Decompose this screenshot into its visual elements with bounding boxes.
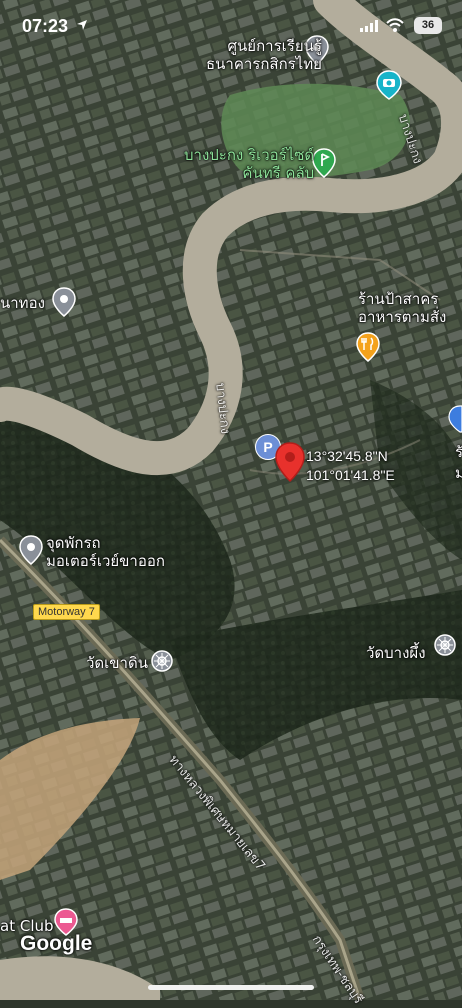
label-learning-center[interactable]: ศูนย์การเรียนรู้ ธนาคารกสิกรไทย — [206, 37, 322, 73]
label-line: บางปะกง ริเวอร์ไซด์ — [184, 146, 315, 164]
label-line: อาหารตามสั่ง — [358, 308, 447, 326]
label-line: ศูนย์การเรียนรู้ — [227, 37, 322, 55]
battery-level: 36 — [421, 19, 435, 31]
label-edge-2: ม — [455, 464, 462, 482]
google-attribution: Google — [20, 932, 93, 955]
camera-icon[interactable] — [376, 70, 402, 100]
battery-icon: 36 — [414, 17, 442, 34]
wifi-icon — [386, 18, 404, 32]
label-line: คันทรี คลับ — [242, 164, 315, 182]
temple-icon[interactable] — [151, 650, 173, 672]
motorway-shield: Motorway 7 — [33, 604, 100, 620]
label-restaurant[interactable]: ร้านป้าสาคร อาหารตามสั่ง — [358, 290, 446, 326]
label-edge-1: รั — [455, 443, 462, 461]
pin-icon[interactable] — [19, 535, 43, 565]
temple-icon[interactable] — [434, 634, 456, 656]
dropped-pin-coordinates[interactable]: 13°32'45.8"N 101°01'41.8"E — [306, 447, 395, 485]
fork-knife-icon[interactable] — [356, 332, 380, 362]
signal-icon — [360, 20, 378, 32]
label-line: ธนาคารกสิกรไทย — [206, 55, 322, 73]
latitude: 13°32'45.8"N — [306, 448, 388, 464]
label-line: จุดพักรถ — [46, 534, 101, 552]
label-village-west[interactable]: นาทอง — [0, 294, 45, 312]
location-arrow-icon — [77, 20, 87, 30]
pin-icon[interactable] — [52, 287, 76, 317]
label-temple-khao-din[interactable]: วัดเขาดิน — [86, 654, 148, 672]
label-line: มอเตอร์เวย์ขาออก — [46, 552, 165, 570]
status-time: 07:23 — [22, 16, 69, 36]
golf-icon[interactable] — [312, 148, 336, 178]
label-line: ร้านป้าสาคร — [358, 290, 439, 308]
label-golf-club[interactable]: บางปะกง ริเวอร์ไซด์ คันทรี คลับ — [184, 146, 314, 182]
label-temple-bang-phueng[interactable]: วัดบางผึ้ง — [366, 644, 426, 662]
longitude: 101°01'41.8"E — [306, 467, 395, 483]
dropped-pin[interactable] — [274, 441, 306, 483]
home-indicator[interactable] — [148, 985, 314, 990]
info-icon[interactable] — [448, 405, 462, 433]
label-rest-area[interactable]: จุดพักรถ มอเตอร์เวย์ขาออก — [46, 534, 165, 570]
